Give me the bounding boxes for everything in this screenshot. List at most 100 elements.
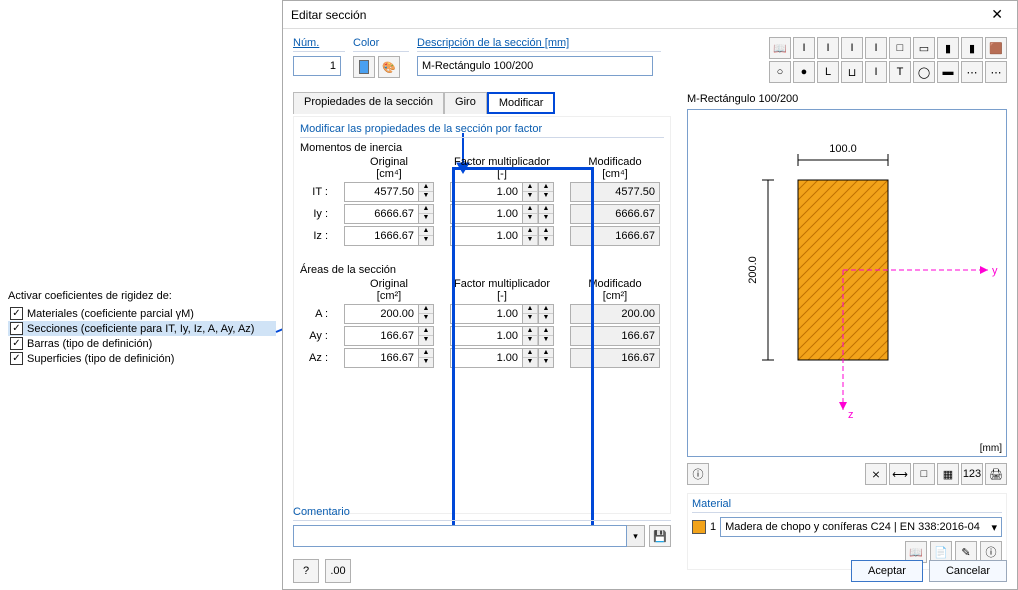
dims-icon[interactable]: ⟷ [889, 463, 911, 485]
qro-icon[interactable]: □ [889, 37, 911, 59]
color-label: Color [353, 37, 409, 52]
print-icon[interactable]: 🖨 [985, 463, 1007, 485]
is-icon[interactable]: I [865, 61, 887, 83]
units-icon[interactable]: .00 [325, 559, 351, 583]
panel-title: Modificar las propiedades de la sección … [300, 123, 664, 138]
dim-w: 100.0 [829, 143, 857, 155]
svg-text:y: y [992, 265, 998, 277]
a-factor[interactable]: ▲▼▲▼ [450, 304, 554, 324]
az-label: Az : [300, 352, 328, 364]
comment-group: Comentario ▾ 💾 [293, 506, 671, 547]
material-index: 1 [710, 521, 716, 533]
info-icon[interactable]: ⓘ [687, 463, 709, 485]
close-icon[interactable]: ✕ [985, 4, 1009, 25]
titlebar: Editar sección ✕ [283, 1, 1017, 29]
grid-icon[interactable]: ▦ [937, 463, 959, 485]
stiffness-sidebar: Activar coeficientes de rigidez de: ✓Mat… [8, 290, 276, 366]
check-icon: ✓ [10, 352, 23, 365]
ts-icon[interactable]: T [889, 61, 911, 83]
material-swatch [692, 520, 706, 534]
values-icon[interactable]: 123 [961, 463, 983, 485]
ay-modified [570, 326, 660, 346]
l-icon[interactable]: L [817, 61, 839, 83]
preview-title: M-Rectángulo 100/200 [687, 93, 1007, 105]
num-input[interactable] [293, 56, 341, 76]
color-swatch-button[interactable] [353, 56, 375, 78]
chevron-down-icon: ▾ [991, 521, 997, 534]
iy-factor[interactable]: ▲▼▲▼ [450, 204, 554, 224]
ipe-icon[interactable]: I [793, 37, 815, 59]
material-select[interactable]: Madera de chopo y coníferas C24 | EN 338… [720, 517, 1002, 537]
heb-icon[interactable]: I [841, 37, 863, 59]
rec2-icon[interactable]: ▮ [961, 37, 983, 59]
lib-book-icon[interactable]: 📖 [769, 37, 791, 59]
dim-h: 200.0 [747, 256, 759, 284]
iz-factor[interactable]: ▲▼▲▼ [450, 226, 554, 246]
rro-icon[interactable]: ▭ [913, 37, 935, 59]
az-original[interactable]: ▲▼ [344, 348, 434, 368]
ay-original[interactable]: ▲▼ [344, 326, 434, 346]
desc-input[interactable] [417, 56, 653, 76]
opt-sections[interactable]: ✓Secciones (coeficiente para IT, Iy, Iz,… [8, 321, 276, 336]
check-icon: ✓ [10, 307, 23, 320]
num-label: Núm. [293, 37, 345, 52]
timber-icon[interactable]: 🟫 [985, 37, 1007, 59]
iz-modified [570, 226, 660, 246]
rd-icon[interactable]: ● [793, 61, 815, 83]
it-label: IT : [300, 186, 328, 198]
unit-mm: [mm] [980, 443, 1002, 454]
opt-surfaces[interactable]: ✓Superficies (tipo de definición) [8, 351, 276, 366]
section-preview: M-Rectángulo 100/200 100.0 200.0 y z [mm… [687, 93, 1007, 570]
desc-label: Descripción de la sección [mm] [417, 37, 661, 52]
cir-icon[interactable]: ◯ [913, 61, 935, 83]
a-modified [570, 304, 660, 324]
outline-icon[interactable]: □ [913, 463, 935, 485]
check-icon: ✓ [10, 322, 23, 335]
az-modified [570, 348, 660, 368]
more2-icon[interactable]: ⋯ [985, 61, 1007, 83]
areas-title: Áreas de la sección [300, 264, 664, 276]
iy-modified [570, 204, 660, 224]
edit-section-dialog: Editar sección ✕ Núm. Color 🎨 Descripció… [282, 0, 1018, 590]
check-icon: ✓ [10, 337, 23, 350]
iy-original[interactable]: ▲▼ [344, 204, 434, 224]
material-label: Material [692, 498, 1002, 513]
axes-icon[interactable]: ⨯ [865, 463, 887, 485]
a-original[interactable]: ▲▼ [344, 304, 434, 324]
svg-text:z: z [848, 409, 854, 421]
rec-icon[interactable]: ▮ [937, 37, 959, 59]
section-type-toolbar: 📖 I I I I □ ▭ ▮ ▮ 🟫 ○ ● L ⊔ I T ◯ ▬ ⋯ ⋯ [769, 37, 1007, 83]
iz-original[interactable]: ▲▼ [344, 226, 434, 246]
opt-materials[interactable]: ✓Materiales (coeficiente parcial γM) [8, 306, 276, 321]
tab-modify[interactable]: Modificar [487, 92, 556, 114]
ro-icon[interactable]: ○ [769, 61, 791, 83]
sidebar-title: Activar coeficientes de rigidez de: [8, 290, 276, 302]
az-factor[interactable]: ▲▼▲▼ [450, 348, 554, 368]
comment-input[interactable] [293, 525, 627, 547]
cancel-button[interactable]: Cancelar [929, 560, 1007, 582]
tab-properties[interactable]: Propiedades de la sección [293, 92, 444, 114]
more1-icon[interactable]: ⋯ [961, 61, 983, 83]
opt-bars[interactable]: ✓Barras (tipo de definición) [8, 336, 276, 351]
comment-save-icon[interactable]: 💾 [649, 525, 671, 547]
tab-rotation[interactable]: Giro [444, 92, 487, 114]
dialog-title: Editar sección [291, 8, 366, 22]
it-original[interactable]: ▲▼ [344, 182, 434, 202]
hea-icon[interactable]: I [817, 37, 839, 59]
it-factor[interactable]: ▲▼▲▼ [450, 182, 554, 202]
preview-canvas: 100.0 200.0 y z [mm] [687, 109, 1007, 457]
ok-button[interactable]: Aceptar [851, 560, 923, 582]
iz-label: Iz : [300, 230, 328, 242]
hem-icon[interactable]: I [865, 37, 887, 59]
comment-label: Comentario [293, 506, 671, 521]
a-label: A : [300, 308, 328, 320]
modify-panel: Modificar las propiedades de la sección … [293, 116, 671, 514]
chevron-down-icon[interactable]: ▾ [627, 525, 645, 547]
palette-icon[interactable]: 🎨 [378, 56, 400, 78]
u-icon[interactable]: ⊔ [841, 61, 863, 83]
it-modified [570, 182, 660, 202]
th-icon[interactable]: ▬ [937, 61, 959, 83]
help-icon[interactable]: ? [293, 559, 319, 583]
ay-factor[interactable]: ▲▼▲▼ [450, 326, 554, 346]
iy-label: Iy : [300, 208, 328, 220]
